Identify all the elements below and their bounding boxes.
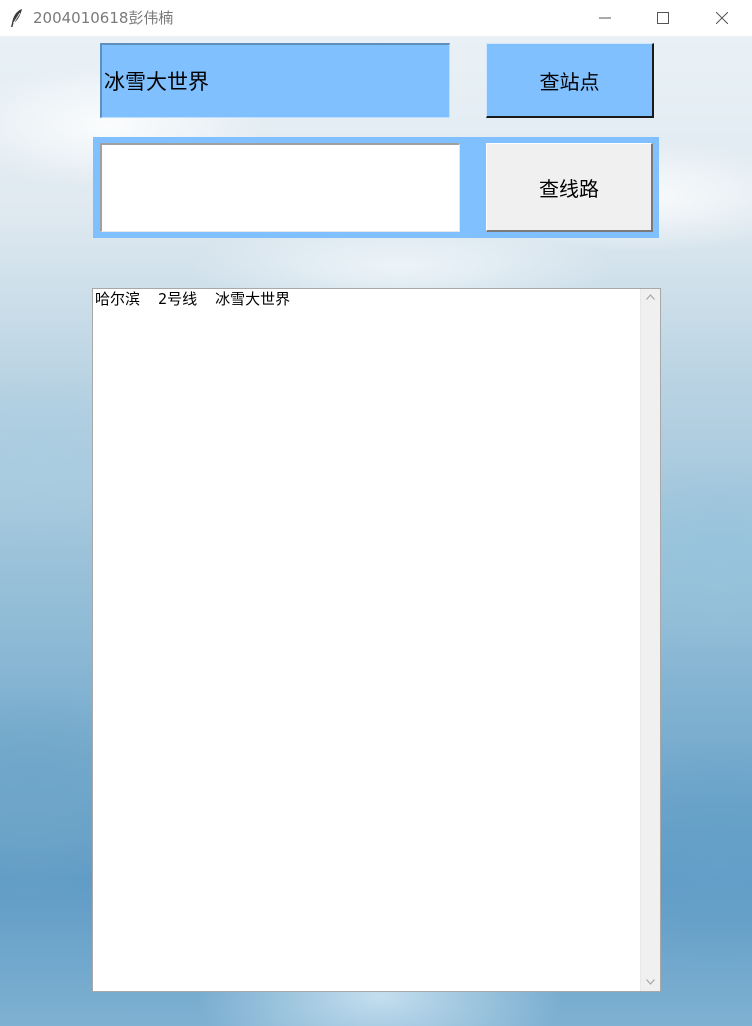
search-line-label: 查线路 [539, 176, 599, 201]
result-line: 哈尔滨 2号线 冰雪大世界 [95, 290, 291, 308]
scroll-down-button[interactable] [641, 974, 660, 991]
scroll-up-button[interactable] [641, 289, 660, 306]
vertical-scrollbar[interactable] [640, 289, 660, 991]
minimize-button[interactable] [582, 0, 628, 36]
close-button[interactable] [699, 0, 745, 36]
minimize-icon [599, 17, 611, 19]
line-search-frame: 查线路 [93, 137, 659, 238]
station-search-value: 冰雪大世界 [104, 70, 209, 94]
search-station-label: 查站点 [539, 69, 600, 94]
search-line-button[interactable]: 查线路 [486, 143, 653, 232]
app-window: 2004010618彭伟楠 冰雪大世界 查站点 查线路 哈尔滨 2号线 冰雪大世… [0, 0, 752, 1026]
station-search-input[interactable]: 冰雪大世界 [100, 43, 450, 118]
result-text-area[interactable]: 哈尔滨 2号线 冰雪大世界 [92, 288, 661, 992]
window-title: 2004010618彭伟楠 [33, 9, 174, 27]
close-icon [716, 12, 728, 24]
feather-icon [9, 8, 25, 28]
chevron-up-icon [646, 294, 655, 300]
maximize-button[interactable] [640, 0, 686, 36]
maximize-icon [657, 12, 669, 24]
client-area: 冰雪大世界 查站点 查线路 哈尔滨 2号线 冰雪大世界 [0, 36, 752, 1026]
search-station-button[interactable]: 查站点 [486, 43, 654, 118]
line-search-input[interactable] [100, 143, 460, 232]
title-bar[interactable]: 2004010618彭伟楠 [0, 0, 752, 36]
chevron-down-icon [646, 979, 655, 985]
